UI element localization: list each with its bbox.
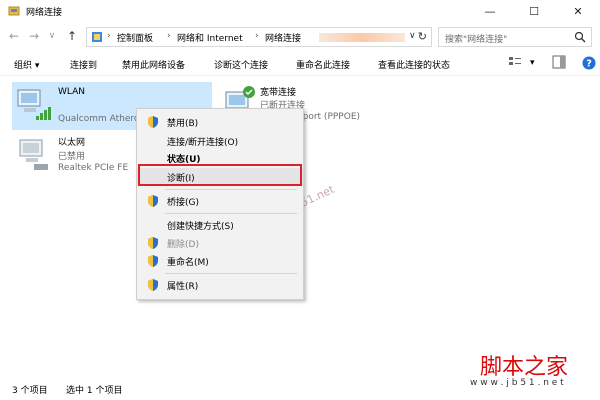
connect-to-button[interactable]: 连接到 bbox=[70, 58, 97, 71]
address-field[interactable]: › 控制面板 › 网络和 Internet › 网络连接 ∨ ↻ bbox=[86, 27, 432, 47]
refresh-icon[interactable]: ↻ bbox=[418, 30, 427, 43]
control-panel-icon bbox=[92, 32, 102, 42]
connection-name: 以太网 bbox=[58, 138, 86, 148]
minimize-button[interactable]: — bbox=[468, 0, 512, 22]
window-title: 网络连接 bbox=[26, 8, 63, 18]
menu-item-label: 重命名(M) bbox=[167, 258, 209, 268]
menu-item-disable[interactable]: 禁用(B) bbox=[137, 113, 303, 131]
preview-pane-icon[interactable] bbox=[552, 55, 566, 69]
connection-adapter: Qualcomm Athero bbox=[58, 114, 140, 124]
address-row: ← → ∨ ↑ › 控制面板 › 网络和 Internet › 网络连接 ∨ ↻… bbox=[0, 24, 600, 50]
menu-item-rename[interactable]: 重命名(M) bbox=[137, 252, 303, 270]
menu-item-label: 属性(R) bbox=[167, 282, 199, 292]
up-button[interactable]: ↑ bbox=[64, 28, 80, 44]
menu-item-label: 删除(D) bbox=[167, 240, 199, 250]
breadcrumb-network-connections[interactable]: 网络连接 bbox=[265, 31, 301, 44]
ethernet-adapter-icon bbox=[19, 139, 48, 170]
diagnose-highlight-box bbox=[138, 164, 302, 186]
disable-device-button[interactable]: 禁用此网络设备 bbox=[122, 58, 185, 71]
diagnose-connection-button[interactable]: 诊断这个连接 bbox=[214, 58, 268, 71]
search-placeholder: 搜索"网络连接" bbox=[445, 35, 508, 45]
menu-item-label: 禁用(B) bbox=[167, 119, 199, 129]
breadcrumb-separator: › bbox=[167, 31, 171, 41]
svg-text:?: ? bbox=[586, 59, 592, 70]
title-bar: 网络连接 — ☐ ✕ bbox=[0, 0, 600, 22]
selected-count: 选中 1 个项目 bbox=[66, 386, 123, 396]
menu-separator bbox=[165, 213, 297, 214]
uac-shield-icon bbox=[148, 237, 158, 249]
change-view-icon[interactable] bbox=[508, 55, 522, 69]
view-options-dropdown[interactable]: ▾ bbox=[530, 58, 535, 68]
network-connections-icon bbox=[8, 6, 20, 16]
rename-connection-button[interactable]: 重命名此连接 bbox=[296, 58, 350, 71]
command-bar: 组织 ▾ 连接到 禁用此网络设备 诊断这个连接 重命名此连接 查看此连接的状态 … bbox=[0, 52, 600, 76]
menu-item-label: 连接/断开连接(O) bbox=[167, 138, 239, 148]
menu-item-bridge[interactable]: 桥接(G) bbox=[137, 192, 303, 210]
close-button[interactable]: ✕ bbox=[556, 0, 600, 22]
connection-status: 已禁用 bbox=[58, 152, 86, 162]
menu-item-connect-disconnect[interactable]: 连接/断开连接(O) bbox=[137, 132, 303, 150]
address-dropdown-icon[interactable]: ∨ bbox=[409, 31, 416, 41]
menu-separator bbox=[165, 189, 297, 190]
help-icon[interactable]: ? bbox=[582, 56, 596, 70]
forward-button[interactable]: → bbox=[26, 28, 42, 44]
breadcrumb-network-internet[interactable]: 网络和 Internet bbox=[177, 31, 243, 44]
search-box[interactable]: 搜索"网络连接" bbox=[438, 27, 592, 47]
connection-name: WLAN bbox=[58, 87, 86, 97]
wlan-adapter-icon bbox=[17, 89, 51, 120]
breadcrumb-control-panel[interactable]: 控制面板 bbox=[117, 31, 153, 44]
connection-adapter: Realtek PCIe FE bbox=[58, 163, 129, 173]
uac-shield-icon bbox=[148, 195, 158, 207]
address-overflow-gradient bbox=[319, 33, 405, 42]
menu-item-label: 创建快捷方式(S) bbox=[167, 222, 234, 232]
item-count: 3 个项目 bbox=[12, 386, 48, 396]
menu-item-properties[interactable]: 属性(R) bbox=[137, 276, 303, 294]
menu-item-create-shortcut[interactable]: 创建快捷方式(S) bbox=[137, 216, 303, 234]
menu-item-delete[interactable]: 删除(D) bbox=[137, 234, 303, 252]
uac-shield-icon bbox=[148, 255, 158, 267]
organize-menu[interactable]: 组织 ▾ bbox=[14, 58, 39, 71]
menu-item-label: 桥接(G) bbox=[167, 198, 199, 208]
view-status-button[interactable]: 查看此连接的状态 bbox=[378, 58, 450, 71]
breadcrumb-separator: › bbox=[255, 31, 259, 41]
connection-name: 宽带连接 bbox=[260, 88, 297, 98]
breadcrumb-separator: › bbox=[107, 31, 111, 41]
status-bar: 3 个项目 选中 1 个项目 bbox=[0, 376, 600, 400]
context-menu: 禁用(B) 连接/断开连接(O) 状态(U) 诊断(I) 桥接(G) 创建快捷方… bbox=[136, 108, 304, 300]
back-button[interactable]: ← bbox=[6, 28, 22, 44]
uac-shield-icon bbox=[148, 279, 158, 291]
menu-separator bbox=[165, 273, 297, 274]
search-icon[interactable] bbox=[574, 31, 586, 43]
recent-locations-dropdown[interactable]: ∨ bbox=[44, 28, 60, 44]
uac-shield-icon bbox=[148, 116, 158, 128]
maximize-button[interactable]: ☐ bbox=[512, 0, 556, 22]
